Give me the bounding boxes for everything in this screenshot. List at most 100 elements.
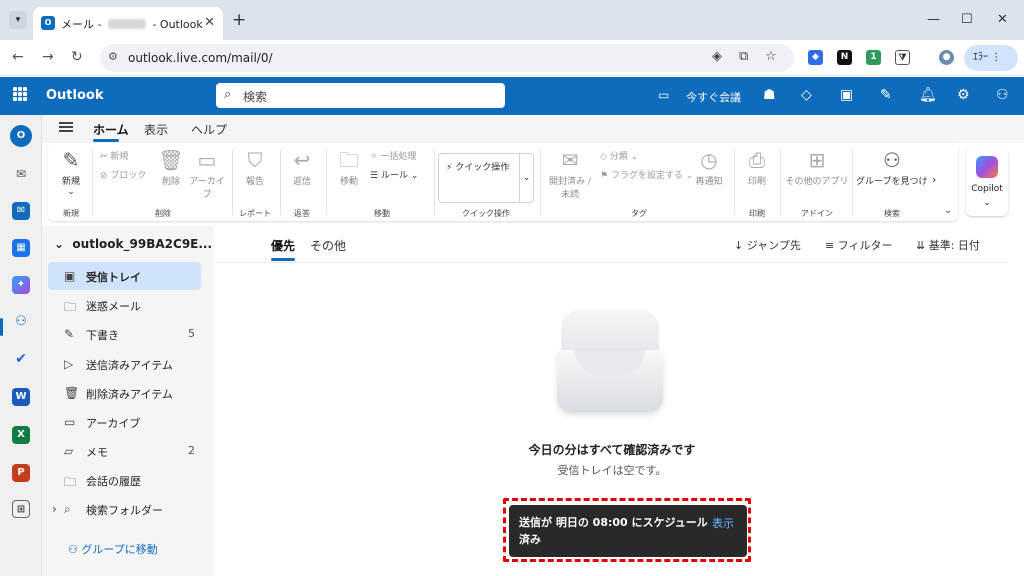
new-tab-icon[interactable]: + <box>232 10 246 30</box>
premium-diamond-icon[interactable]: ◇ <box>801 87 812 103</box>
report-button[interactable]: ⛉ 報告 <box>238 149 272 187</box>
more-apps-icon[interactable]: ⊞ <box>12 500 30 518</box>
mail-icon[interactable]: ✉ <box>12 202 30 220</box>
sort-button[interactable]: ⇊ 基準: 日付 <box>916 237 980 253</box>
folder-inbox[interactable]: ▣ 受信トレイ <box>48 262 201 290</box>
outlook-favicon-icon: O <box>41 16 55 30</box>
block-button[interactable]: ⊘ ブロック <box>100 168 146 181</box>
folder-icon: 🗀 <box>64 475 77 489</box>
mail-notification-icon[interactable]: ✉ <box>12 165 30 183</box>
reload-icon[interactable]: ↻ <box>71 49 83 65</box>
tab-help[interactable]: ヘルプ <box>191 121 227 138</box>
folder-junk[interactable]: 🗀 迷惑メール <box>48 291 201 319</box>
snooze-button[interactable]: ◷ 再通知 <box>690 149 728 187</box>
read-unread-button[interactable]: ✉ 開封済み / 未読 <box>546 149 594 200</box>
word-icon[interactable]: W <box>12 388 30 406</box>
extensions-puzzle-icon[interactable]: ⧩ <box>895 50 910 65</box>
notion-icon[interactable]: N <box>837 50 852 65</box>
ribbon-collapse-icon[interactable]: ⌄ <box>944 205 952 216</box>
calendar-icon[interactable]: ▦ <box>12 239 30 257</box>
filter-button[interactable]: ≡ フィルター <box>825 237 893 253</box>
chevron-right-icon[interactable]: › <box>52 502 57 516</box>
folder-drafts[interactable]: ✎ 下書き 5 <box>48 320 201 348</box>
account-icon[interactable]: ⚇ <box>996 87 1009 103</box>
toast-view-button[interactable]: 表示 <box>712 515 734 531</box>
people-icon[interactable]: ⚇ <box>12 313 30 331</box>
search-input[interactable]: ⌕ 検索 <box>216 83 505 108</box>
my-day-icon[interactable]: ▣ <box>840 87 853 103</box>
close-window-icon[interactable]: ✕ <box>997 12 1008 27</box>
app-launcher-icon[interactable] <box>13 87 27 101</box>
avatar[interactable]: ● <box>939 50 954 65</box>
video-camera-icon[interactable]: ▭ <box>658 88 669 102</box>
divider <box>232 149 233 215</box>
tab-focused[interactable]: 優先 <box>271 237 295 254</box>
mute-button[interactable]: ✂ 新規 <box>100 149 128 162</box>
profile-error-button[interactable]: ｴﾗｰ ⋮ <box>964 45 1018 71</box>
other-apps-button[interactable]: ⊞ その他のアプリ <box>784 149 850 187</box>
bookmark-star-icon[interactable]: ☆ <box>765 49 777 64</box>
new-mail-button[interactable]: ✎ 新規 ⌄ <box>54 149 88 197</box>
rules-button[interactable]: ☰ ルール ⌄ <box>370 168 418 181</box>
extension-shield-icon[interactable]: 1 <box>866 50 881 65</box>
jump-to-button[interactable]: ↓ ジャンプ先 <box>734 237 801 253</box>
folder-notes[interactable]: ▱ メモ 2 <box>48 437 201 465</box>
url-field[interactable]: ⚙ outlook.live.com/mail/0/ ◈ ⧉ ☆ <box>100 44 794 72</box>
trash-icon: 🗑︎ <box>158 148 184 172</box>
back-icon[interactable]: ← <box>12 49 24 65</box>
go-to-groups-link[interactable]: ⚇ グループに移動 <box>68 541 158 557</box>
whats-new-icon[interactable]: ✎ <box>880 87 892 103</box>
excel-icon[interactable]: X <box>12 426 30 444</box>
folder-archive[interactable]: ▭ アーカイブ <box>48 408 201 436</box>
extension-blue-icon[interactable]: ◆ <box>808 50 823 65</box>
archive-icon: ▭ <box>64 415 76 429</box>
folder-sent[interactable]: ▷ 送信済みアイテム <box>48 350 201 378</box>
chevron-down-icon[interactable]: ⌄ <box>519 154 533 202</box>
tab-search-icon[interactable]: ▾ <box>9 11 27 29</box>
archive-icon: ▭ <box>197 148 217 172</box>
powerpoint-icon[interactable]: P <box>12 464 30 482</box>
search-folder-icon: ⌕ <box>64 502 71 516</box>
delete-button[interactable]: 🗑︎ 削除 <box>156 149 186 187</box>
install-app-icon[interactable]: ⧉ <box>739 49 748 64</box>
gear-icon[interactable]: ⚙ <box>957 87 970 103</box>
menu-icon[interactable] <box>59 122 73 132</box>
teams-icon[interactable]: ☗ <box>763 87 776 103</box>
app-title[interactable]: Outlook <box>46 88 103 103</box>
copilot-icon[interactable]: ✦ <box>12 276 30 294</box>
account-header[interactable]: ⌄ outlook_99BA2C9E... <box>54 237 212 251</box>
site-info-icon[interactable]: ⚙ <box>108 50 118 63</box>
tab-view[interactable]: 表示 <box>144 121 168 138</box>
minimize-icon[interactable]: — <box>927 12 940 27</box>
copilot-button[interactable]: Copilot ⌄ <box>966 148 1008 216</box>
trash-icon: 🗑︎ <box>64 386 80 400</box>
quick-steps-item[interactable]: ⚡ クイック操作 <box>446 160 509 173</box>
tab-other[interactable]: その他 <box>310 237 346 254</box>
tab-home[interactable]: ホーム <box>93 121 129 138</box>
close-tab-icon[interactable]: ✕ <box>204 15 215 30</box>
folder-deleted[interactable]: 🗑︎ 削除済みアイテム <box>48 379 201 407</box>
eye-icon[interactable]: ◈ <box>712 49 722 64</box>
sort-icon: ⇊ <box>916 239 926 252</box>
archive-button[interactable]: ▭ アーカイブ <box>188 149 226 200</box>
find-groups-button[interactable]: ⚇グループを見つける <box>856 149 928 187</box>
forward-icon[interactable]: → <box>42 49 54 65</box>
group-label-quick: クイック操作 <box>462 209 510 218</box>
browser-tab-outlook[interactable]: O メール - - Outlook ✕ <box>33 7 223 40</box>
ribbon-scroll-right-icon[interactable]: › <box>932 173 936 186</box>
folder-conversation-history[interactable]: 🗀 会話の履歴 <box>48 466 201 494</box>
bell-icon[interactable]: 🔔︎ <box>919 87 937 103</box>
reply-button[interactable]: ↩ 返信 <box>286 149 318 187</box>
todo-check-icon[interactable]: ✔ <box>12 350 30 368</box>
move-button[interactable]: 🗀 移動 <box>332 149 366 187</box>
maximize-icon[interactable]: ☐ <box>961 12 973 27</box>
quick-steps-gallery[interactable]: ⚡ クイック操作 ⌄ <box>438 153 534 203</box>
folder-search-folders[interactable]: › ⌕ 検索フォルダー <box>48 495 201 523</box>
flag-button[interactable]: ⚑ フラグを設定する ⌄ <box>600 168 693 181</box>
print-button[interactable]: ⎙ 印刷 <box>740 149 774 187</box>
browser-window: ▾ O メール - - Outlook ✕ + — ☐ ✕ ← → ↻ ⚙ ou… <box>0 0 1024 576</box>
categorize-button[interactable]: ◇ 分類 ⌄ <box>600 149 638 162</box>
meet-now-button[interactable]: 今すぐ会議 <box>686 89 741 105</box>
sweep-button[interactable]: ✧ 一括処理 <box>370 149 416 162</box>
outlook-icon[interactable]: O <box>10 125 32 147</box>
